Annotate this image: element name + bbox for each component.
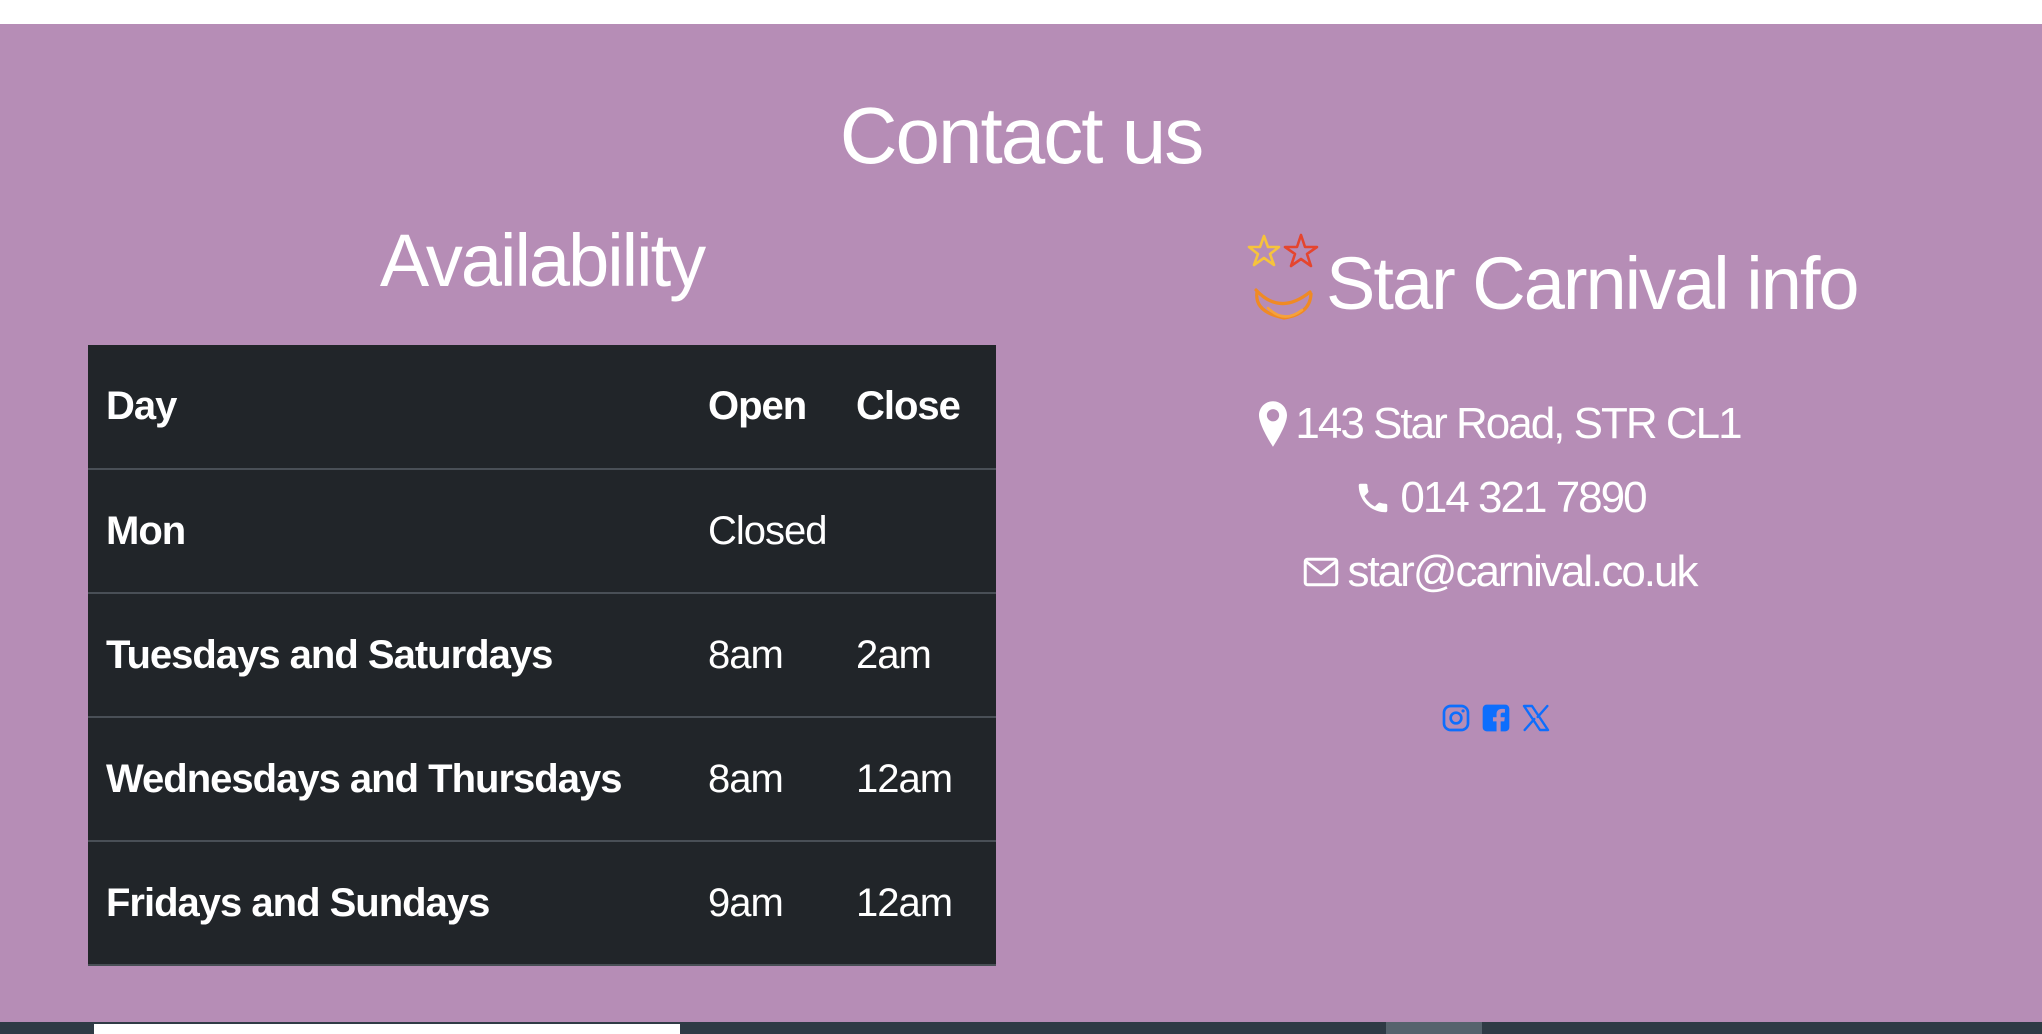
row-close-time: 2am — [838, 593, 996, 718]
table-row: Tuesdays and Saturdays 8am 2am — [88, 593, 996, 718]
email-line: star@carnival.co.uk — [1060, 542, 1940, 602]
star-carnival-logo — [1247, 233, 1319, 320]
address-text: 143 Star Road, STR CL1 — [1295, 399, 1742, 448]
table-row: Wednesdays and Thursdays 8am 12am — [88, 717, 996, 842]
row-day: Wednesdays and Thursdays — [88, 717, 690, 842]
row-close-time: 12am — [838, 841, 996, 966]
phone-line: 014 321 7890 — [1060, 468, 1940, 528]
instagram-icon — [1442, 704, 1470, 732]
table-row: Mon Closed — [88, 469, 996, 594]
row-day: Mon — [88, 469, 690, 594]
phone-text: 014 321 7890 — [1400, 473, 1647, 522]
row-open-time: Closed — [690, 469, 838, 594]
bottom-bar-segment — [94, 1024, 680, 1034]
email-text: star@carnival.co.uk — [1347, 547, 1698, 596]
row-open-time: 8am — [690, 593, 838, 718]
availability-title: Availability — [379, 219, 706, 302]
instagram-link[interactable] — [1440, 696, 1472, 740]
availability-table: Day Open Close Mon Closed Tuesdays and S… — [88, 345, 996, 966]
envelope-icon — [1304, 557, 1339, 587]
map-pin-icon — [1259, 401, 1288, 447]
table-header-row: Day Open Close — [88, 345, 996, 470]
bottom-bar-segment — [1386, 1022, 1482, 1034]
row-open-time: 9am — [690, 841, 838, 966]
contact-section: Contact us Availability Day Open Close M… — [0, 24, 2042, 1022]
facebook-link[interactable] — [1480, 696, 1512, 740]
header-close: Close — [838, 345, 996, 470]
row-day: Fridays and Sundays — [88, 841, 690, 966]
info-header: Star Carnival info — [1244, 229, 1860, 339]
social-links — [1440, 692, 1552, 744]
row-close-time: 12am — [838, 717, 996, 842]
table-row: Fridays and Sundays 9am 12am — [88, 841, 996, 966]
contact-title: Contact us — [839, 91, 1204, 180]
facebook-icon — [1482, 704, 1510, 732]
phone-icon — [1359, 483, 1388, 513]
row-open-time: 8am — [690, 717, 838, 842]
header-open: Open — [690, 345, 838, 470]
x-icon — [1522, 704, 1550, 732]
address-line: 143 Star Road, STR CL1 — [1060, 394, 1940, 454]
header-day: Day — [88, 345, 690, 470]
bottom-bar — [0, 1022, 2042, 1034]
x-link[interactable] — [1520, 696, 1552, 740]
info-title: Star Carnival info — [1326, 242, 1860, 325]
row-day: Tuesdays and Saturdays — [88, 593, 690, 718]
row-close-time — [838, 469, 996, 594]
page: Contact us Availability Day Open Close M… — [0, 0, 2042, 1034]
